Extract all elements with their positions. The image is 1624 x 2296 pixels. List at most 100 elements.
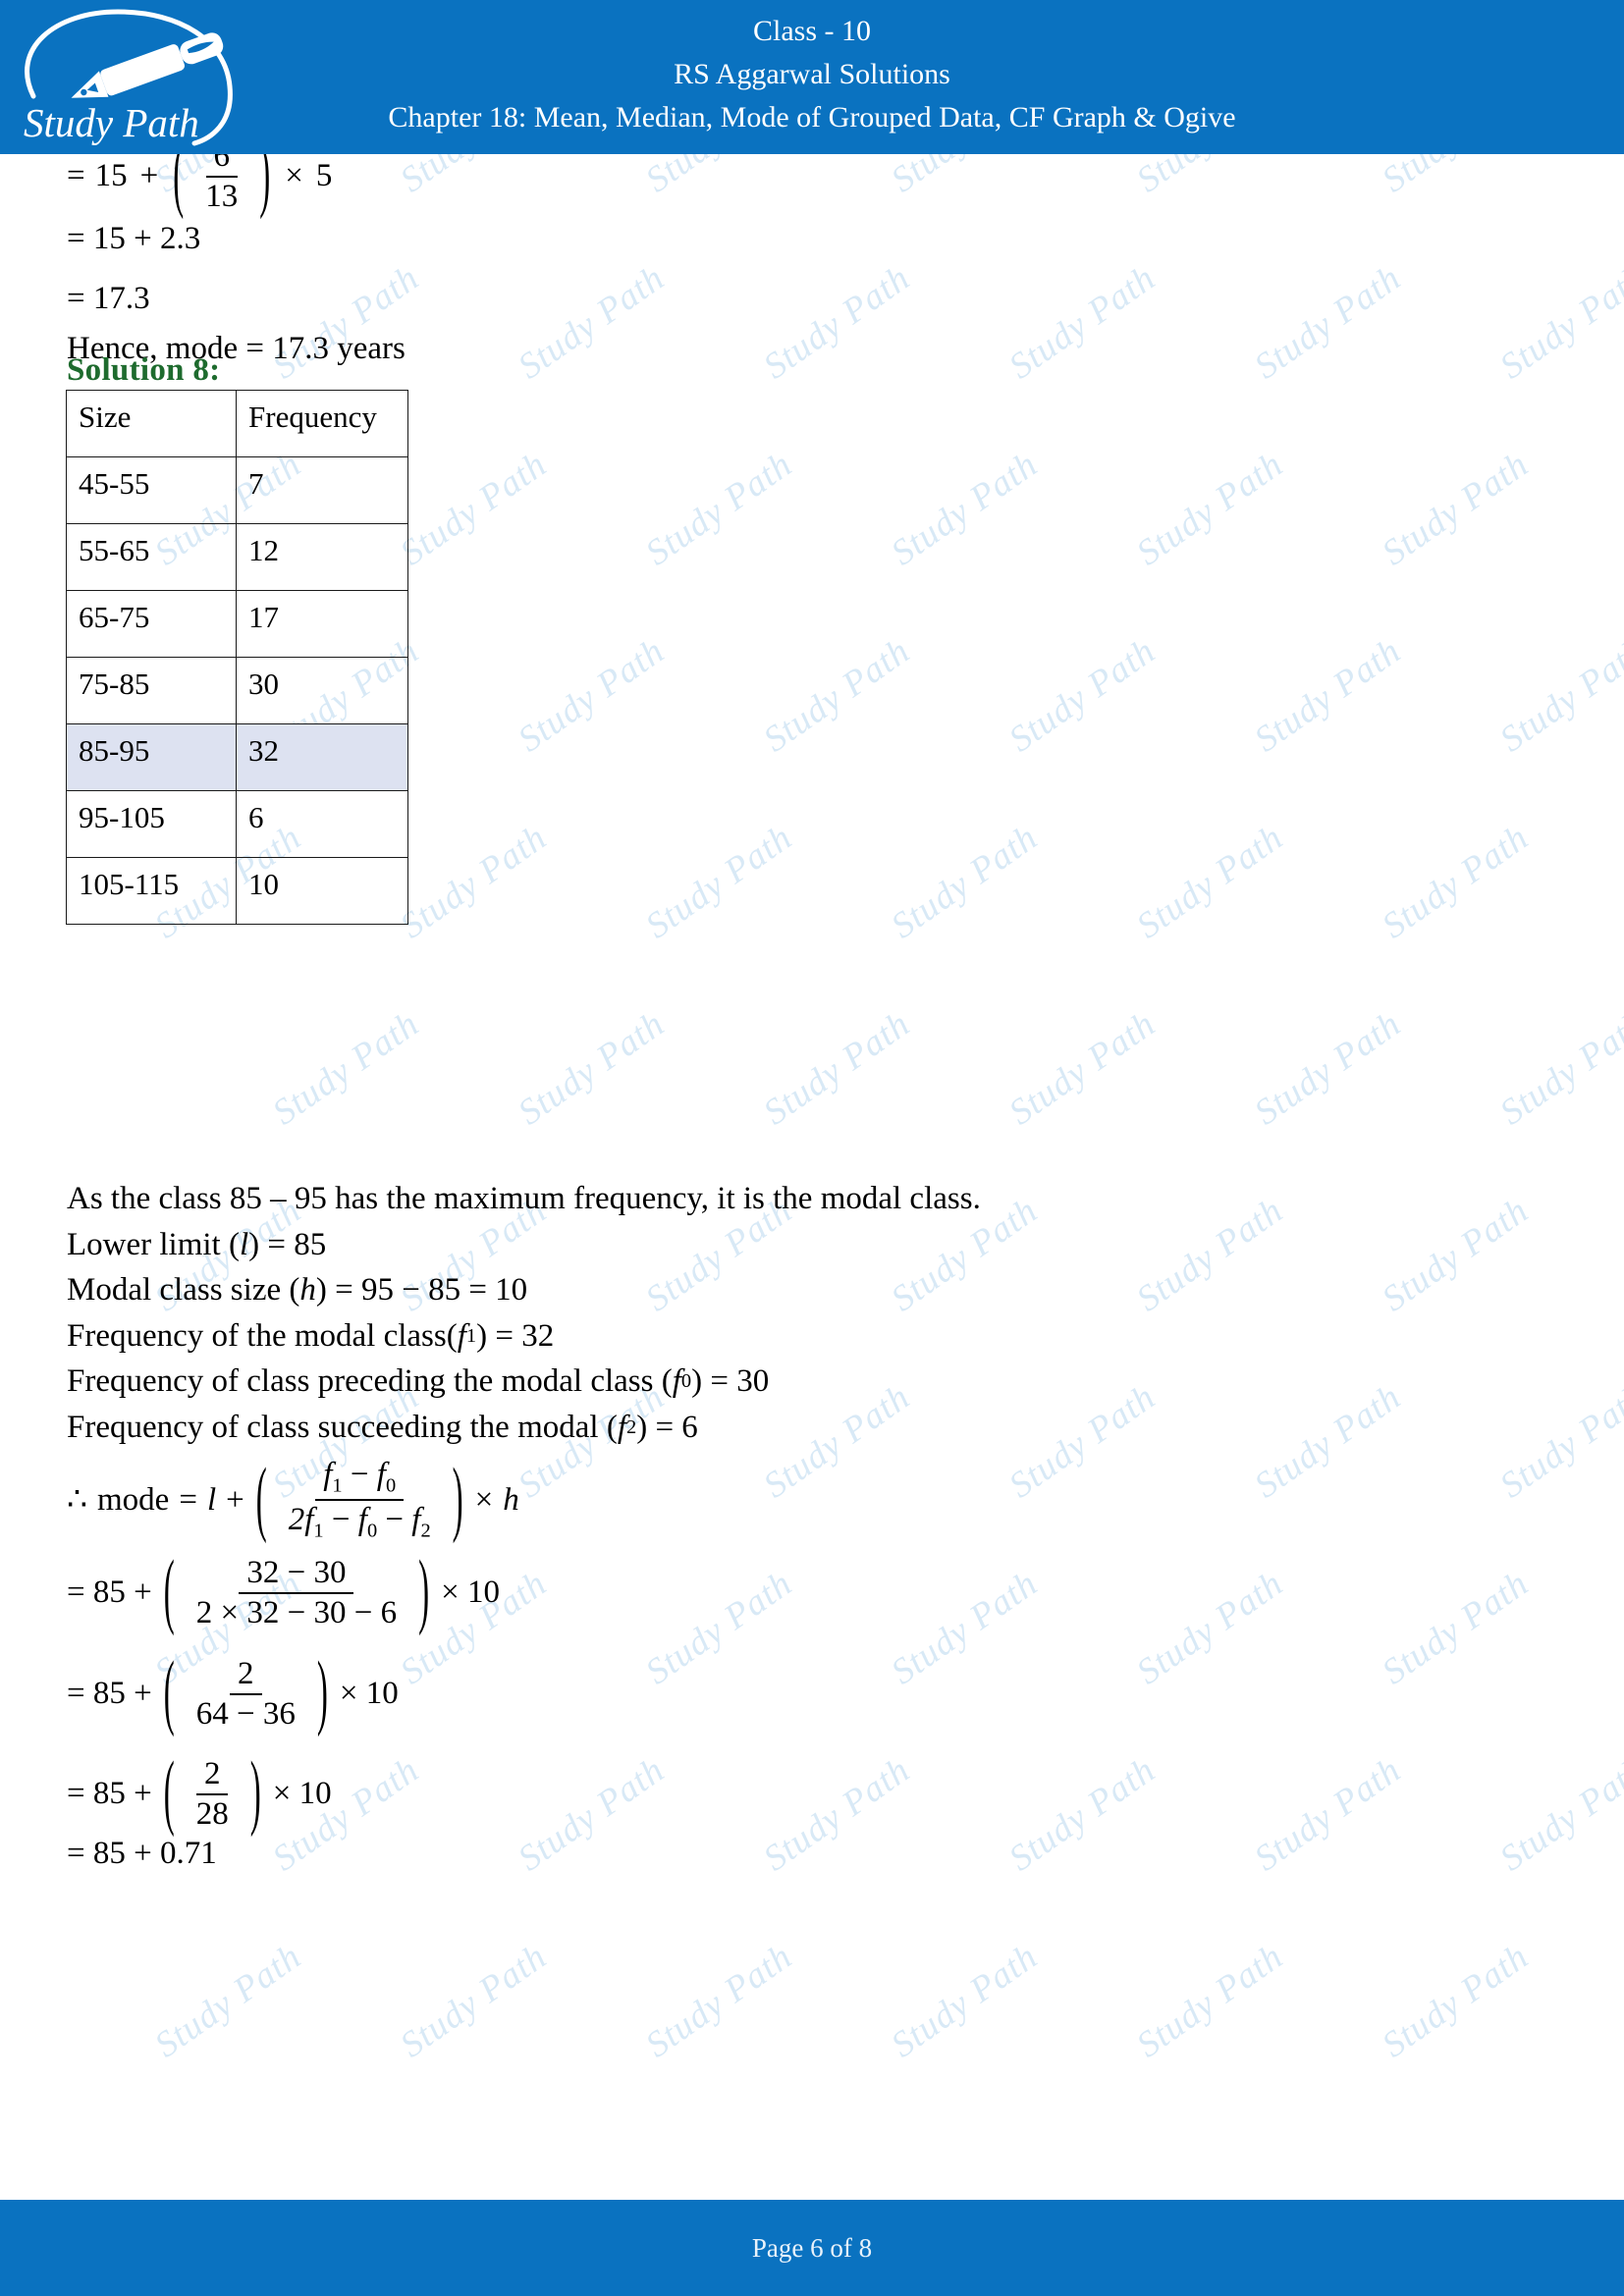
num-minus: − (350, 1457, 369, 1492)
step1-numerator: 32 − 30 (239, 1556, 354, 1594)
mode-open-paren: ( (255, 1453, 267, 1546)
den-2f1-sub: 1 (313, 1520, 324, 1542)
mode-l-symbol: l (206, 1481, 217, 1518)
calc-step-3: = 85 + ( 2 28 ) × 10 (67, 1747, 332, 1840)
table-col-size: Size (66, 390, 237, 457)
step1-lhs: = 85 + (67, 1575, 152, 1611)
modal-size-label: Modal class size ( (67, 1272, 300, 1308)
table-row: 55-65 12 (66, 523, 408, 591)
table-cell-size: 55-65 (66, 523, 237, 591)
table-cell-frequency: 17 (236, 590, 408, 658)
den-f2-sub: 2 (420, 1520, 431, 1542)
step3-open-paren: ( (163, 1747, 175, 1841)
step3-close-paren: ) (249, 1747, 261, 1841)
step2-fraction: 2 64 − 36 (189, 1657, 303, 1731)
table-cell-frequency: 12 (236, 523, 408, 591)
mode-times: × (474, 1481, 494, 1518)
modal-size-value: ) = 95 − 85 = 10 (315, 1272, 528, 1308)
lower-limit-symbol: l (239, 1227, 249, 1262)
table-row: 85-95 32 (66, 723, 408, 791)
page-header: Study Path Class - 10 RS Aggarwal Soluti… (0, 0, 1624, 154)
f1-subscript: 1 (465, 1324, 477, 1347)
mode-word: mode (97, 1481, 170, 1518)
table-cell-frequency: 10 (236, 857, 408, 925)
mode-fraction: f1 − f0 2f1 − f0 − f2 (281, 1458, 439, 1542)
table-col-frequency: Frequency (236, 390, 408, 457)
table-cell-size: 105-115 (66, 857, 237, 925)
eq1-plus: + (139, 158, 159, 194)
document-body: = 15 + ( 6 13 ) × 5 = 15 + 2.3 = 17.3 He… (0, 130, 1624, 2142)
mode-close-paren: ) (452, 1453, 463, 1546)
mode-equals: = (179, 1481, 197, 1518)
table-cell-frequency: 32 (236, 723, 408, 791)
step2-close-paren: ) (316, 1647, 328, 1740)
eq1-times: × (285, 158, 303, 194)
table-cell-frequency: 6 (236, 790, 408, 858)
f0-subscript: 0 (680, 1369, 692, 1392)
step2-lhs: = 85 + (67, 1676, 152, 1712)
calc-step-1: = 85 + ( 32 − 30 2 × 32 − 30 − 6 ) × 10 (67, 1546, 500, 1638)
f2-symbol: f (617, 1410, 626, 1445)
step1-open-paren: ( (163, 1546, 175, 1639)
header-class-line: Class - 10 (753, 15, 871, 47)
footer-total-pages: 8 (858, 2233, 873, 2263)
f1-line: Frequency of the modal class( f1 ) = 32 (67, 1318, 554, 1354)
lower-limit-label: Lower limit ( (67, 1227, 240, 1262)
modal-class-size-line: Modal class size ( h ) = 95 − 85 = 10 (67, 1272, 527, 1308)
footer-prefix: Page (751, 2233, 804, 2263)
step1-close-paren: ) (418, 1546, 430, 1639)
page-footer: Page 6 of 8 (0, 2200, 1624, 2296)
lower-limit-line: Lower limit ( l ) = 85 (67, 1227, 326, 1262)
step3-times: × 10 (272, 1776, 332, 1812)
solution-heading: Solution 8: (67, 352, 221, 388)
modal-size-symbol: h (299, 1272, 316, 1308)
f1-value: ) = 32 (476, 1318, 555, 1354)
den-f0: f (357, 1502, 367, 1538)
step2-numerator: 2 (230, 1657, 262, 1695)
eq1-equals: = (67, 158, 85, 194)
eq1-term-5: 5 (315, 158, 333, 194)
header-titles: Class - 10 RS Aggarwal Solutions Chapter… (0, 0, 1624, 139)
equation-line-2: = 15 + 2.3 (67, 221, 201, 256)
f2-line: Frequency of class succeeding the modal … (67, 1410, 698, 1445)
mode-formula-line: ∴ mode = l + ( f1 − f0 2f1 − f0 − f2 ) ×… (67, 1454, 519, 1546)
calc-step-4: = 85 + 0.71 (67, 1836, 217, 1871)
table-cell-size: 85-95 (66, 723, 237, 791)
den-minus-1: − (331, 1502, 351, 1538)
step1-fraction: 32 − 30 2 × 32 − 30 − 6 (189, 1556, 405, 1629)
table-cell-size: 65-75 (66, 590, 237, 658)
num-f0-sub: 0 (385, 1474, 397, 1497)
step2-denominator: 64 − 36 (195, 1695, 296, 1732)
f2-label: Frequency of class succeeding the modal … (67, 1410, 618, 1445)
header-chapter-line: Chapter 18: Mean, Median, Mode of Groupe… (388, 101, 1236, 133)
f0-line: Frequency of class preceding the modal c… (67, 1363, 769, 1399)
eq1-term-15: 15 (94, 158, 128, 194)
f1-label: Frequency of the modal class( (67, 1318, 458, 1354)
footer-middle: of (830, 2233, 852, 2263)
step1-times: × 10 (441, 1575, 500, 1611)
therefore-symbol: ∴ (67, 1481, 87, 1518)
page-number-text: Page 6 of 8 (0, 2200, 1624, 2296)
calc-step-2: = 85 + ( 2 64 − 36 ) × 10 (67, 1647, 399, 1739)
footer-current-page: 6 (810, 2233, 824, 2263)
den-2f1: 2f (288, 1502, 314, 1538)
table-row: 95-105 6 (66, 790, 408, 858)
f2-subscript: 2 (625, 1415, 637, 1438)
f2-value: ) = 6 (636, 1410, 698, 1445)
table-cell-size: 45-55 (66, 456, 237, 524)
table-cell-size: 95-105 (66, 790, 237, 858)
equation-line-3: = 17.3 (67, 281, 150, 316)
table-row: 65-75 17 (66, 590, 408, 658)
table-row: 75-85 30 (66, 657, 408, 724)
table-header-row: Size Frequency (66, 390, 408, 457)
mode-numerator: f1 − f0 (315, 1457, 405, 1502)
step2-open-paren: ( (163, 1647, 175, 1740)
step1-denominator: 2 × 32 − 30 − 6 (195, 1594, 398, 1630)
mode-h-symbol: h (503, 1481, 519, 1518)
mode-denominator: 2f1 − f0 − f2 (281, 1501, 439, 1542)
den-minus-2: − (385, 1502, 405, 1538)
table-row: 45-55 7 (66, 456, 408, 524)
frequency-table: Size Frequency 45-55 7 55-65 12 65-75 17 75-85… (66, 390, 408, 925)
step2-times: × 10 (339, 1676, 399, 1712)
step3-lhs: = 85 + (67, 1776, 152, 1812)
